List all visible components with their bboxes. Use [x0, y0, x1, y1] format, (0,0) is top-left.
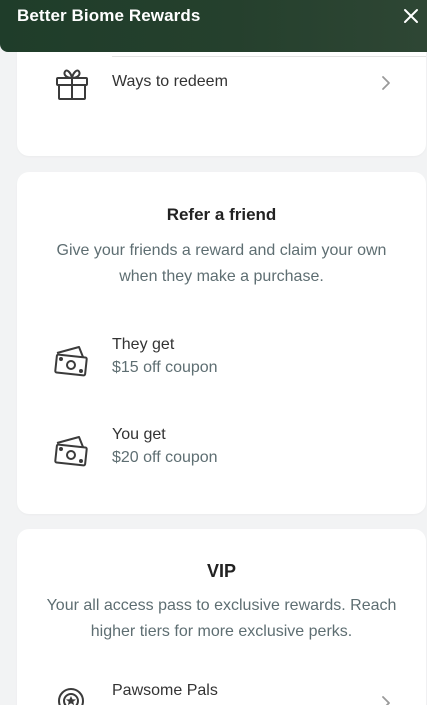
divider — [112, 56, 426, 57]
gift-icon — [54, 65, 90, 101]
chevron-right-icon — [380, 693, 392, 705]
ways-to-redeem-label: Ways to redeem — [112, 73, 228, 90]
reward-value: $15 off coupon — [112, 359, 218, 376]
redeem-card: Ways to redeem — [17, 52, 426, 156]
vip-tier-row[interactable]: Pawsome Pals — [17, 679, 426, 705]
refer-a-friend-card: Refer a friend Give your friends a rewar… — [17, 172, 426, 514]
reward-recipient: They get — [112, 336, 175, 353]
refer-description: Give your friends a reward and claim you… — [56, 242, 387, 285]
header-bar: Better Biome Rewards — [0, 0, 427, 52]
reward-they-get: They get $15 off coupon — [17, 336, 426, 386]
chevron-right-icon — [380, 73, 392, 93]
ways-to-redeem-row[interactable]: Ways to redeem — [17, 63, 426, 103]
vip-tier-label: Pawsome Pals — [112, 682, 218, 699]
refer-title: Refer a friend — [166, 205, 277, 224]
panel-title: Better Biome Rewards — [17, 6, 201, 25]
reward-you-get: You get $20 off coupon — [17, 426, 426, 476]
vip-card: VIP Your all access pass to exclusive re… — [17, 529, 426, 705]
cash-icon — [53, 344, 91, 380]
badge-icon — [55, 685, 87, 705]
cash-icon — [53, 434, 91, 470]
vip-description: Your all access pass to exclusive reward… — [46, 597, 397, 640]
reward-value: $20 off coupon — [112, 449, 218, 466]
close-icon[interactable] — [397, 2, 425, 30]
vip-title: VIP — [206, 561, 236, 581]
rewards-scroll-area[interactable]: Ways to redeem Refer a friend Give your … — [0, 52, 427, 705]
reward-recipient: You get — [112, 426, 166, 443]
